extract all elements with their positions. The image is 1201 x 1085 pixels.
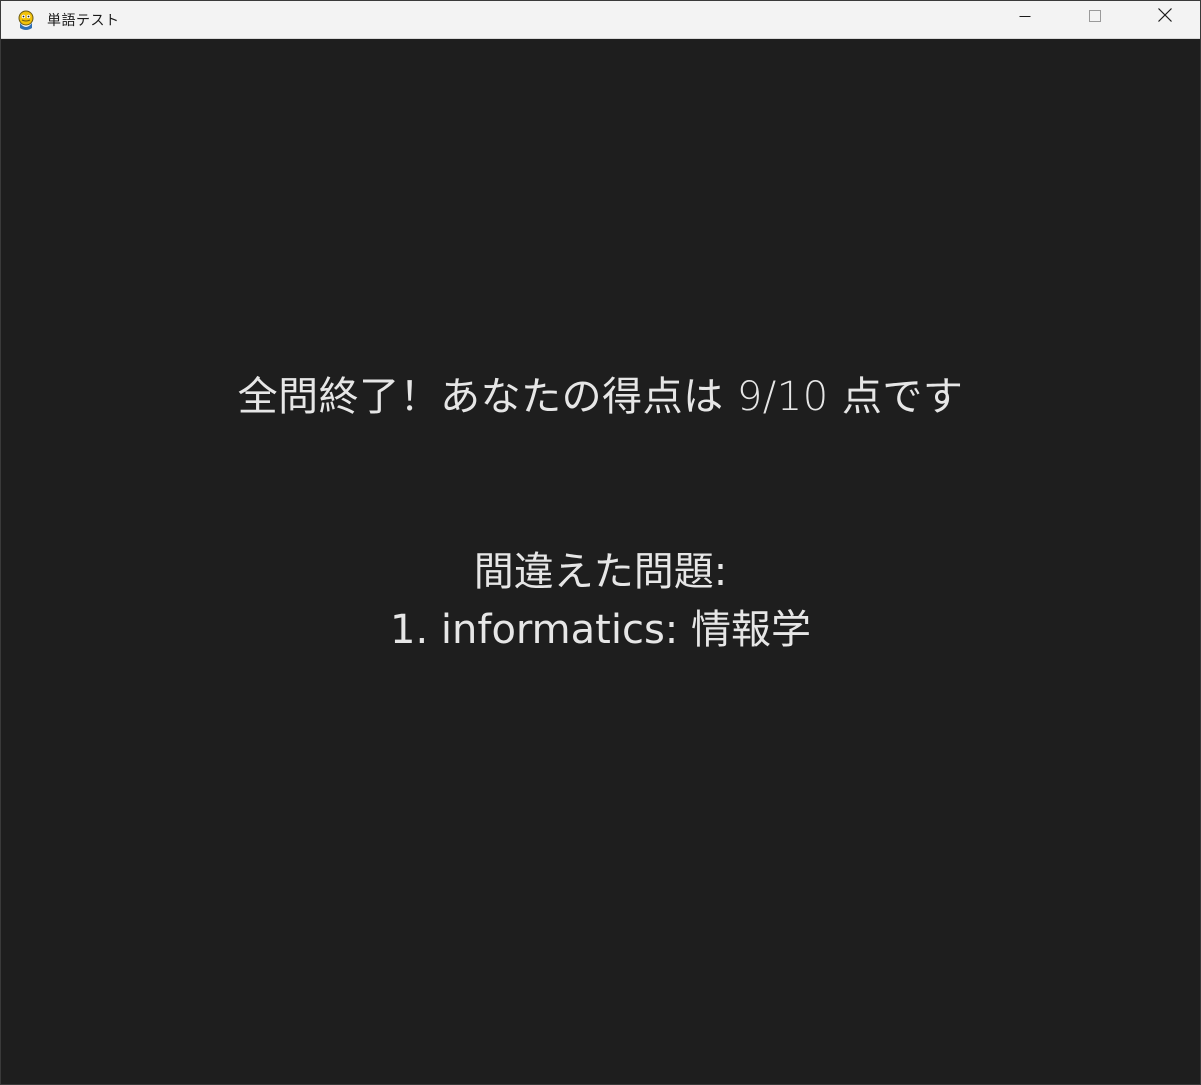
- wrong-questions-heading: 間違えた問題:: [473, 549, 728, 595]
- score-message: 全問終了！あなたの得点は 9/10 点です: [237, 374, 964, 420]
- wrong-question-item: 1. informatics: 情報学: [390, 607, 811, 653]
- window-controls: [990, 1, 1200, 38]
- window-title: 単語テスト: [47, 12, 120, 29]
- app-window: 単語テスト 全問終了！あなたの得点は 9/10 点です 間違えた問題: 1. i…: [0, 0, 1201, 1085]
- maximize-icon: [1089, 7, 1101, 26]
- maximize-button[interactable]: [1060, 1, 1130, 31]
- minimize-icon: [1019, 7, 1031, 26]
- pygame-snake-icon: [16, 9, 36, 31]
- close-button[interactable]: [1130, 1, 1200, 31]
- close-icon: [1158, 7, 1172, 26]
- game-canvas: 全問終了！あなたの得点は 9/10 点です 間違えた問題: 1. informa…: [1, 39, 1200, 1084]
- minimize-button[interactable]: [990, 1, 1060, 31]
- title-bar[interactable]: 単語テスト: [1, 1, 1200, 39]
